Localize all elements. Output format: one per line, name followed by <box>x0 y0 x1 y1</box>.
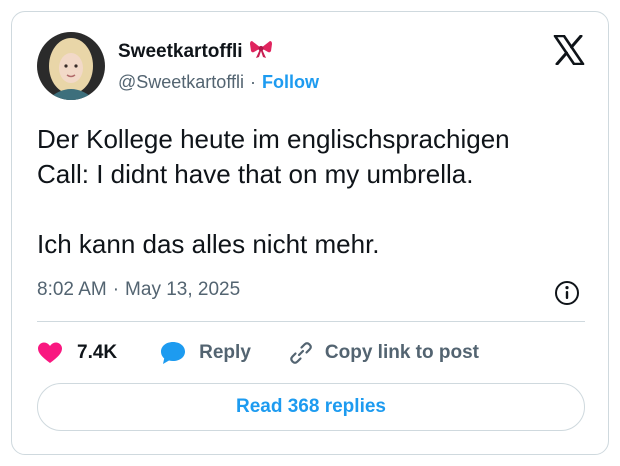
author-name-row: Sweetkartoffli <box>118 39 273 64</box>
divider <box>37 321 585 322</box>
bow-icon <box>249 39 273 64</box>
heart-icon <box>37 341 63 365</box>
link-icon <box>287 339 315 367</box>
reply-bubble-icon <box>159 340 187 366</box>
like-button[interactable]: 7.4K <box>37 341 117 365</box>
handle-separator: · <box>250 72 256 92</box>
handle-row: @Sweetkartoffli · Follow <box>118 72 319 93</box>
follow-button[interactable]: Follow <box>262 72 319 93</box>
reply-button[interactable]: Reply <box>159 340 251 366</box>
tweet-text: Der Kollege heute im englischsprachigen … <box>37 122 597 262</box>
tweet-line: Ich kann das alles nicht mehr. <box>37 229 380 259</box>
avatar[interactable] <box>37 32 105 100</box>
like-count: 7.4K <box>77 342 118 363</box>
x-logo-icon[interactable] <box>553 34 585 66</box>
tweet-line: Der Kollege heute im englischsprachigen <box>37 124 510 154</box>
action-bar: 7.4K Reply Copy link to post <box>37 338 479 368</box>
display-name[interactable]: Sweetkartoffli <box>118 41 243 63</box>
copy-link-label: Copy link to post <box>324 342 479 363</box>
info-icon[interactable] <box>554 280 580 306</box>
tweet-card: Sweetkartoffli @Sweetkartoffli · Follow … <box>11 11 609 455</box>
reply-label: Reply <box>199 342 251 363</box>
date-separator: · <box>112 279 120 300</box>
read-replies-button[interactable]: Read 368 replies <box>37 383 585 431</box>
timestamp[interactable]: 8:02 AM · May 13, 2025 <box>37 279 240 301</box>
handle[interactable]: @Sweetkartoffli <box>118 72 244 93</box>
copy-link-button[interactable]: Copy link to post <box>287 339 479 367</box>
post-time: 8:02 AM <box>37 279 107 300</box>
post-date: May 13, 2025 <box>125 279 241 300</box>
tweet-line: Call: I didnt have that on my umbrella. <box>37 159 474 189</box>
